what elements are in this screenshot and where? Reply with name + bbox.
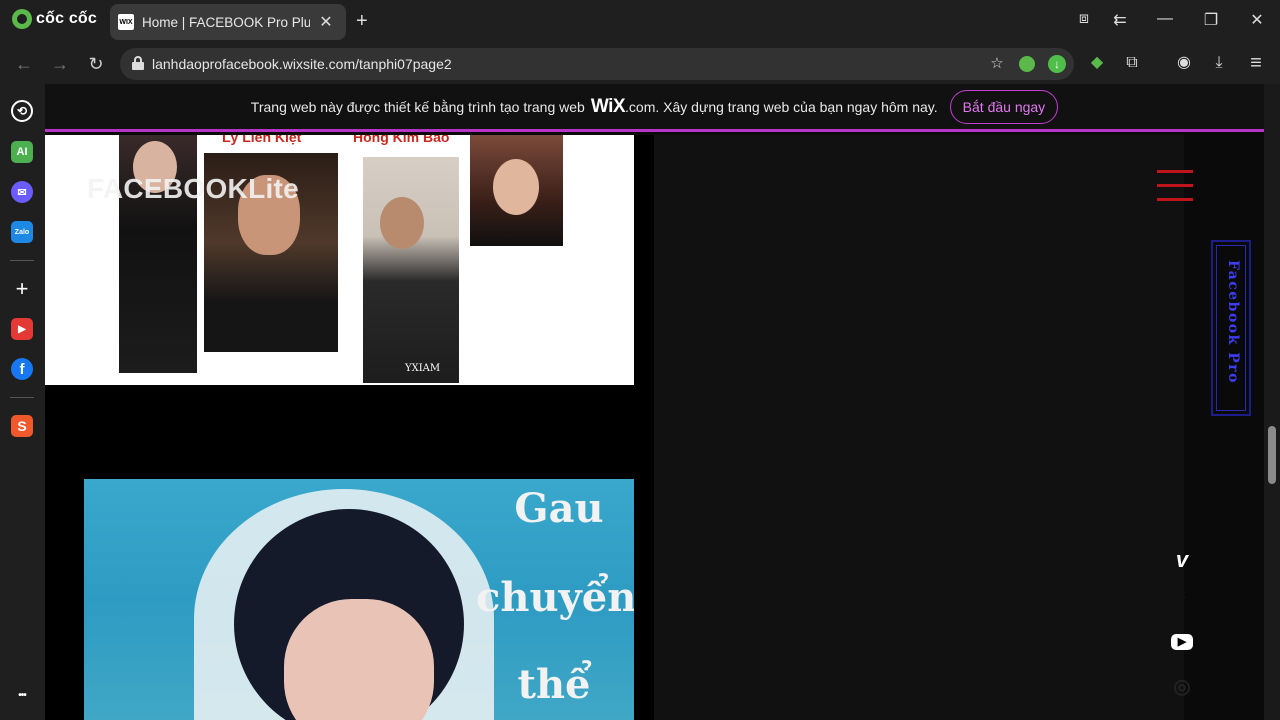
brand-name: cốc cốc [36, 10, 97, 27]
tab-close-icon[interactable]: ✕ [318, 12, 334, 32]
vimeo-icon[interactable]: v [1171, 547, 1193, 572]
tab-title: Home | FACEBOOK Pro Plus"2 [142, 14, 310, 30]
instagram-icon[interactable]: ◎ [1171, 674, 1193, 698]
vertical-tab-label: Facebook Pro [1225, 260, 1241, 384]
account-icon[interactable]: ◉ [1173, 52, 1195, 74]
new-tab-button[interactable]: + [356, 10, 368, 33]
browser-window: cốc cốc WIX Home | FACEBOOK Pro Plus"2 ✕… [0, 0, 1280, 720]
banner-text-after: .com. Xây dựng trang web của bạn ngay hô… [625, 98, 938, 115]
overlay-text-line-2: chuyển [476, 574, 634, 621]
face-shape [380, 197, 424, 249]
overlay-text-line-3: thể [517, 661, 591, 708]
zalo-icon[interactable]: Zalo [11, 221, 33, 243]
lock-icon[interactable] [132, 56, 144, 70]
celebrity-photo-collage: Lý Liên Kiệt Hồng Kim Bảo YXIAM FACEBOOK… [45, 135, 634, 385]
dark-mode-icon[interactable] [1019, 56, 1035, 72]
screen-search-icon[interactable]: ⧈ [1072, 10, 1096, 28]
menu-icon[interactable]: ≡ [1245, 52, 1267, 74]
history-icon[interactable]: ⟲ [11, 100, 33, 122]
shopee-icon[interactable]: S [11, 415, 33, 437]
forward-button[interactable]: → [48, 52, 72, 76]
page-content: Trang web này được thiết kế bằng trình t… [45, 84, 1264, 720]
tab-home[interactable]: WIX Home | FACEBOOK Pro Plus"2 ✕ [110, 4, 346, 40]
face-shape [493, 159, 539, 215]
right-strip [1184, 135, 1264, 720]
label-ly-lien-kiet: Lý Liên Kiệt [222, 135, 302, 145]
photo-sammo-hung [363, 157, 459, 383]
wix-favicon-icon: WIX [118, 14, 134, 30]
youtube-social-icon[interactable]: ▶ [1171, 634, 1193, 650]
extension-leaf-icon[interactable]: ◆ [1086, 52, 1108, 74]
wix-logo: WiX [590, 95, 626, 117]
scrollbar-thumb[interactable] [1268, 426, 1276, 484]
bookmark-star-icon[interactable]: ☆ [987, 54, 1007, 74]
more-icon[interactable]: ••• [11, 684, 33, 706]
banner-text: Trang web này được thiết kế bằng trình t… [250, 98, 585, 115]
photo-watermark: YXIAM [405, 363, 441, 374]
toolbar: ← → ↻ lanhdaoprofacebook.wixsite.com/tan… [0, 44, 1280, 84]
add-app-icon[interactable]: + [11, 276, 33, 301]
sidebar-divider [10, 397, 34, 398]
url-text[interactable]: lanhdaoprofacebook.wixsite.com/tanphi07p… [152, 56, 452, 72]
right-panel [654, 135, 1184, 720]
minimize-button[interactable]: — [1153, 10, 1177, 28]
address-bar[interactable]: lanhdaoprofacebook.wixsite.com/tanphi07p… [120, 48, 1074, 80]
sidebar: ⟲ AI ✉ Zalo + ▶ f S ••• [0, 84, 44, 720]
messenger-icon[interactable]: ✉ [11, 181, 33, 203]
browser-logo[interactable]: cốc cốc [12, 9, 97, 29]
sidebar-divider [10, 260, 34, 261]
wix-banner: Trang web này được thiết kế bằng trình t… [45, 84, 1264, 132]
downloads-icon[interactable]: ⤓ [1208, 52, 1230, 74]
extensions-icon[interactable]: ⧉ [1121, 52, 1143, 74]
youtube-icon[interactable]: ▶ [11, 318, 33, 340]
facebook-social-icon[interactable]: f [1171, 590, 1193, 612]
close-window-button[interactable]: ✕ [1245, 10, 1269, 30]
tab-strip: cốc cốc WIX Home | FACEBOOK Pro Plus"2 ✕… [0, 0, 1280, 44]
restore-button[interactable]: ❐ [1199, 10, 1223, 30]
start-now-button[interactable]: Bắt đầu ngay [949, 89, 1059, 124]
ai-icon[interactable]: AI [11, 141, 33, 163]
hamburger-menu-button[interactable] [1157, 170, 1193, 201]
label-hong-kim-bao: Hồng Kim Bảo [353, 135, 450, 145]
bride-photo: Gau chuyển thể [84, 479, 634, 720]
facebook-pro-vertical-tab[interactable]: Facebook Pro [1211, 240, 1251, 416]
back-button[interactable]: ← [12, 52, 36, 76]
reload-button[interactable]: ↻ [84, 52, 108, 76]
site-title[interactable]: FACEBOOKLite [87, 173, 299, 205]
facebook-icon[interactable]: f [11, 358, 33, 380]
main-column: Lý Liên Kiệt Hồng Kim Bảo YXIAM FACEBOOK… [45, 135, 654, 720]
face-shape [284, 599, 434, 720]
savior-download-icon[interactable]: ↓ [1048, 55, 1066, 73]
page-scrollbar[interactable] [1264, 84, 1280, 720]
tab-search-back-icon[interactable]: ⇇ [1108, 10, 1132, 30]
overlay-text-line-1: Gau [514, 485, 604, 532]
coccoc-logo-icon [12, 9, 32, 29]
